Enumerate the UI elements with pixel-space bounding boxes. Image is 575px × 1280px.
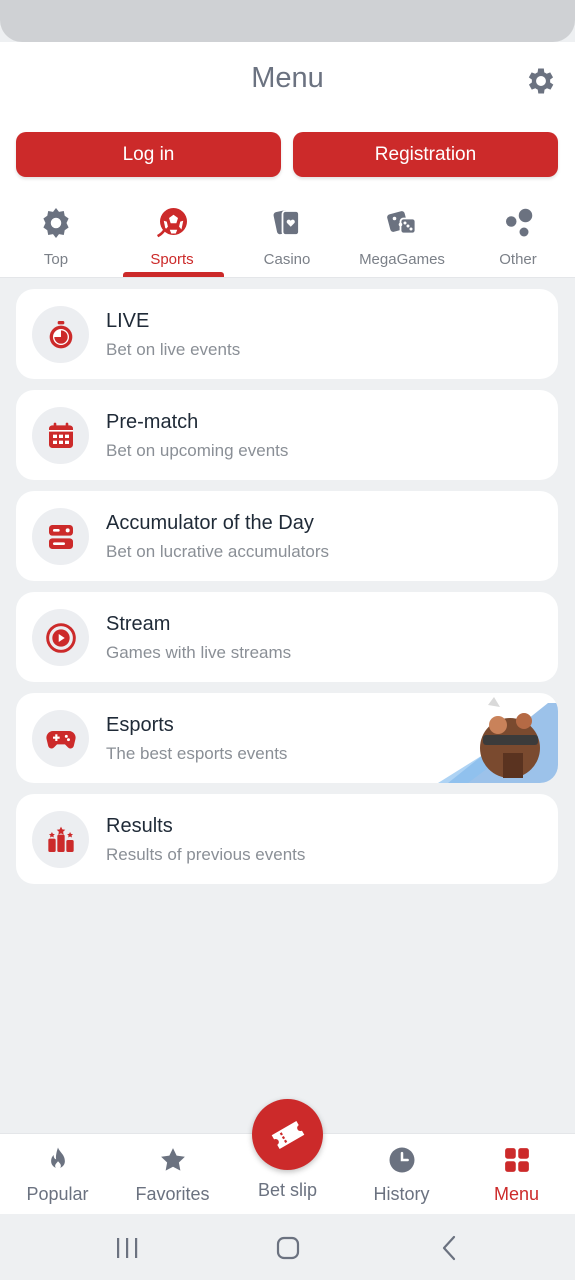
esports-character-art: [438, 697, 558, 783]
nav-label: Menu: [493, 1184, 540, 1204]
tab-top[interactable]: Top: [1, 205, 111, 268]
tab-label: MegaGames: [359, 251, 445, 268]
menu-item-accumulator[interactable]: Accumulator of the Day Bet on lucrative …: [16, 491, 558, 581]
menu-item-title: Results: [106, 815, 173, 837]
nav-bet-slip-button[interactable]: [252, 1099, 323, 1170]
tab-other[interactable]: Other: [463, 205, 573, 268]
nav-favorites[interactable]: Favorites: [115, 1145, 230, 1205]
tab-sports[interactable]: Sports: [117, 205, 227, 268]
bubbles-icon: [506, 208, 533, 237]
flame-icon: [50, 1147, 65, 1169]
podium-icon: [47, 826, 74, 852]
tab-label: Top: [43, 251, 69, 268]
ticket-icon: [271, 1120, 304, 1149]
calendar-icon: [48, 422, 73, 448]
star-icon: [160, 1148, 185, 1171]
tab-megagames[interactable]: MegaGames: [347, 205, 457, 268]
menu-item-subtitle: Bet on upcoming events: [106, 441, 289, 460]
gear-icon[interactable]: [524, 64, 558, 98]
tab-casino[interactable]: Casino: [232, 205, 342, 268]
menu-item-title: Accumulator of the Day: [106, 512, 314, 534]
stopwatch-icon: [49, 320, 72, 348]
top-sheet-handle: [0, 0, 575, 42]
play-circle-icon: [45, 622, 76, 653]
nav-label: Favorites: [135, 1184, 210, 1204]
menu-item-title: Stream: [106, 613, 171, 635]
page-title: Menu: [251, 62, 324, 94]
nav-popular[interactable]: Popular: [0, 1145, 115, 1205]
menu-item-title: LIVE: [106, 310, 150, 332]
nav-label: History: [373, 1184, 430, 1204]
nav-history[interactable]: History: [344, 1145, 459, 1205]
menu-item-stream[interactable]: Stream Games with live streams: [16, 592, 558, 682]
login-button[interactable]: Log in: [16, 132, 281, 177]
menu-item-subtitle: Bet on live events: [106, 340, 241, 359]
gamepad-icon: [45, 730, 76, 748]
menu-item-icon-wrap: [32, 508, 89, 565]
menu-item-esports[interactable]: Esports The best esports events: [16, 693, 558, 783]
tabs-divider: [0, 277, 575, 278]
home-icon[interactable]: [274, 1234, 302, 1262]
menu-item-prematch[interactable]: Pre-match Bet on upcoming events: [16, 390, 558, 480]
playing-cards-icon: [273, 210, 300, 236]
dice-icon: [387, 211, 417, 235]
menu-item-title: Esports: [106, 714, 174, 736]
back-icon[interactable]: [438, 1234, 462, 1262]
menu-item-icon-wrap: [32, 407, 89, 464]
nav-menu[interactable]: Menu: [459, 1145, 574, 1205]
menu-item-title: Pre-match: [106, 411, 199, 433]
menu-item-icon-wrap: [32, 811, 89, 868]
tab-label: Casino: [263, 251, 311, 268]
cog-icon: [43, 208, 69, 238]
menu-item-subtitle: Games with live streams: [106, 643, 292, 662]
nav-label: Bet slip: [257, 1180, 318, 1200]
registration-button[interactable]: Registration: [293, 132, 558, 177]
menu-item-icon-wrap: [32, 609, 89, 666]
recent-apps-icon[interactable]: [114, 1234, 140, 1262]
menu-item-subtitle: Results of previous events: [106, 845, 306, 864]
nav-label: Popular: [26, 1184, 89, 1204]
menu-item-live[interactable]: LIVE Bet on live events: [16, 289, 558, 379]
menu-item-subtitle: The best esports events: [106, 744, 288, 763]
menu-item-icon-wrap: [32, 710, 89, 767]
menu-item-results[interactable]: Results Results of previous events: [16, 794, 558, 884]
tab-label: Other: [499, 251, 537, 268]
tab-label: Sports: [150, 251, 194, 268]
soccer-ball-icon: [157, 208, 187, 238]
accumulator-icon: [48, 524, 73, 549]
grid-icon: [504, 1148, 529, 1172]
clock-icon: [389, 1147, 414, 1173]
menu-item-subtitle: Bet on lucrative accumulators: [106, 542, 329, 561]
menu-item-icon-wrap: [32, 306, 89, 363]
